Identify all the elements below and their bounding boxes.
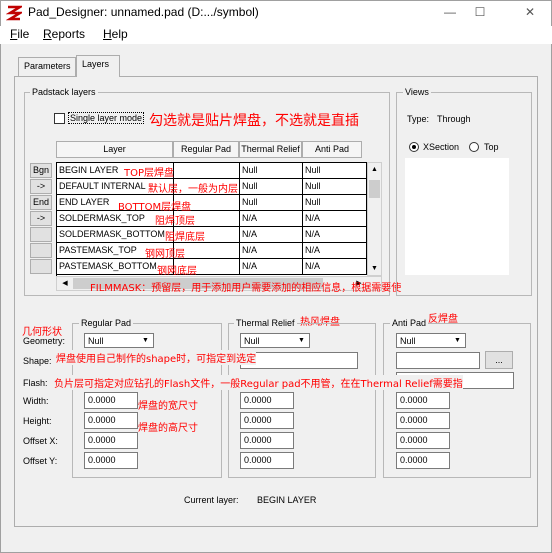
view-type-value: Through xyxy=(437,114,471,124)
thermal-geometry-select[interactable]: Null ▼ xyxy=(240,333,310,348)
annotation-shape: 焊盘使用自己制作的shape时，可指定到选定 xyxy=(56,350,257,365)
chevron-down-icon: ▼ xyxy=(454,337,461,344)
maximize-button[interactable]: ☐ xyxy=(470,3,490,21)
column-header-thermal-relief[interactable]: Thermal Relief xyxy=(239,141,302,158)
grid-cell-thermal[interactable]: Null xyxy=(240,163,303,179)
top-view-label: Top xyxy=(484,142,499,152)
anti-pad-label: Anti Pad xyxy=(390,318,429,328)
padstack-layers-label: Padstack layers xyxy=(30,87,98,97)
annotation-flash: 负片层可指定对应钻孔的Flash文件，一般Regular pad不用管，在在Th… xyxy=(54,375,463,390)
single-layer-mode-label: Single layer mode xyxy=(68,112,145,124)
current-layer-value: BEGIN LAYER xyxy=(257,495,317,505)
column-header-layer[interactable]: Layer xyxy=(56,141,173,158)
chevron-down-icon: ▼ xyxy=(142,337,149,344)
xsection-radio[interactable] xyxy=(409,142,419,152)
annotation-pastemask-top: 钢网顶层 xyxy=(145,249,185,260)
scroll-left-icon[interactable]: ◀ xyxy=(59,277,71,290)
annotation-pastemask-bottom: 钢网底层 xyxy=(157,266,197,277)
browse-shape-button[interactable]: ... xyxy=(485,351,513,369)
grid-cell-thermal[interactable]: N/A xyxy=(240,259,303,275)
geometry-label: Geometry: xyxy=(23,336,66,346)
grid-cell-anti[interactable]: N/A xyxy=(303,227,367,243)
scroll-down-icon[interactable]: ▼ xyxy=(368,262,381,275)
top-view-radio[interactable] xyxy=(469,142,479,152)
close-button[interactable]: ✕ xyxy=(520,3,540,21)
chevron-down-icon: ▼ xyxy=(298,337,305,344)
thermal-height-field[interactable]: 0.0000 xyxy=(240,412,294,429)
annotation-bottom-layer: BOTTOM层焊盘 xyxy=(118,202,192,213)
anti-offset-y-field[interactable]: 0.0000 xyxy=(396,452,450,469)
anti-geometry-select[interactable]: Null ▼ xyxy=(396,333,466,348)
tab-layers[interactable]: Layers xyxy=(76,55,120,77)
column-header-anti-pad[interactable]: Anti Pad xyxy=(302,141,362,158)
regular-offset-y-field[interactable]: 0.0000 xyxy=(84,452,138,469)
grid-cell-thermal[interactable]: N/A xyxy=(240,211,303,227)
regular-pad-label: Regular Pad xyxy=(79,318,134,328)
copy-down-button-2[interactable]: -> xyxy=(30,211,52,226)
offset-y-label: Offset Y: xyxy=(23,456,58,466)
annotation-height: 焊盘的高尺寸 xyxy=(138,423,198,434)
layer-button-5[interactable] xyxy=(30,227,52,242)
view-type-label: Type: xyxy=(407,114,430,124)
shape-label: Shape: xyxy=(23,356,52,366)
menu-reports[interactable]: Reports xyxy=(43,27,85,41)
grid-cell-anti[interactable]: N/A xyxy=(303,243,367,259)
anti-height-field[interactable]: 0.0000 xyxy=(396,412,450,429)
scroll-up-icon[interactable]: ▲ xyxy=(368,163,381,176)
annotation-soldermask-top: 阻焊顶层 xyxy=(155,216,195,227)
current-layer-label: Current layer: xyxy=(184,495,239,505)
tab-parameters[interactable]: Parameters xyxy=(18,57,76,76)
window-title: Pad_Designer: unnamed.pad (D:.../symbol) xyxy=(28,5,259,19)
annotation-top-layer: TOP层焊盘 xyxy=(124,168,175,179)
single-layer-mode-checkbox[interactable] xyxy=(54,113,65,124)
layer-button-7[interactable] xyxy=(30,259,52,274)
thermal-offset-x-field[interactable]: 0.0000 xyxy=(240,432,294,449)
grid-cell-anti[interactable]: Null xyxy=(303,195,367,211)
grid-cell-regular[interactable] xyxy=(174,163,240,179)
thermal-relief-label: Thermal Relief xyxy=(234,318,297,328)
grid-cell-thermal[interactable]: N/A xyxy=(240,243,303,259)
regular-width-field[interactable]: 0.0000 xyxy=(84,392,138,409)
menu-help[interactable]: Help xyxy=(103,27,128,41)
grid-cell-thermal[interactable]: Null xyxy=(240,179,303,195)
grid-cell-thermal[interactable]: N/A xyxy=(240,227,303,243)
offset-x-label: Offset X: xyxy=(23,436,58,446)
annotation-single-mode: 勾选就是贴片焊盘，不选就是直插 xyxy=(149,113,359,129)
column-header-regular-pad[interactable]: Regular Pad xyxy=(173,141,239,158)
regular-geometry-select[interactable]: Null ▼ xyxy=(84,333,154,348)
grid-cell-anti[interactable]: Null xyxy=(303,179,367,195)
annotation-filmmask: FILMMASK：预留层，用于添加用户需要添加的相应信息，根据需要使 xyxy=(90,283,402,294)
view-preview-canvas xyxy=(405,158,509,275)
scroll-thumb[interactable] xyxy=(369,180,380,198)
layer-button-6[interactable] xyxy=(30,243,52,258)
grid-cell-anti[interactable]: N/A xyxy=(303,259,367,275)
thermal-offset-y-field[interactable]: 0.0000 xyxy=(240,452,294,469)
grid-cell-layer[interactable]: SOLDERMASK_BOTTOM xyxy=(57,227,174,243)
anti-offset-x-field[interactable]: 0.0000 xyxy=(396,432,450,449)
minimize-button[interactable]: — xyxy=(440,3,460,21)
thermal-width-field[interactable]: 0.0000 xyxy=(240,392,294,409)
grid-cell-anti[interactable]: N/A xyxy=(303,211,367,227)
views-label: Views xyxy=(403,87,431,97)
xsection-label: XSection xyxy=(423,142,460,152)
grid-vertical-scrollbar[interactable]: ▲ ▼ xyxy=(367,162,382,276)
begin-layer-button[interactable]: Bgn xyxy=(30,163,52,178)
grid-cell-thermal[interactable]: Null xyxy=(240,195,303,211)
grid-cell-anti[interactable]: Null xyxy=(303,163,367,179)
anti-width-field[interactable]: 0.0000 xyxy=(396,392,450,409)
width-label: Width: xyxy=(23,396,49,406)
annotation-width: 焊盘的宽尺寸 xyxy=(138,401,198,412)
flash-label: Flash: xyxy=(23,378,48,388)
annotation-soldermask-bottom: 阻焊底层 xyxy=(165,232,205,243)
thermal-shape-field[interactable] xyxy=(240,352,358,369)
annotation-internal: 默认层，一般为内层 xyxy=(148,184,238,195)
menu-file[interactable]: File xyxy=(10,27,29,41)
height-label: Height: xyxy=(23,416,52,426)
anti-shape-field[interactable] xyxy=(396,352,480,369)
end-layer-button[interactable]: End xyxy=(30,195,52,210)
copy-down-button[interactable]: -> xyxy=(30,179,52,194)
regular-offset-x-field[interactable]: 0.0000 xyxy=(84,432,138,449)
regular-height-field[interactable]: 0.0000 xyxy=(84,412,138,429)
app-logo-icon xyxy=(6,5,22,21)
